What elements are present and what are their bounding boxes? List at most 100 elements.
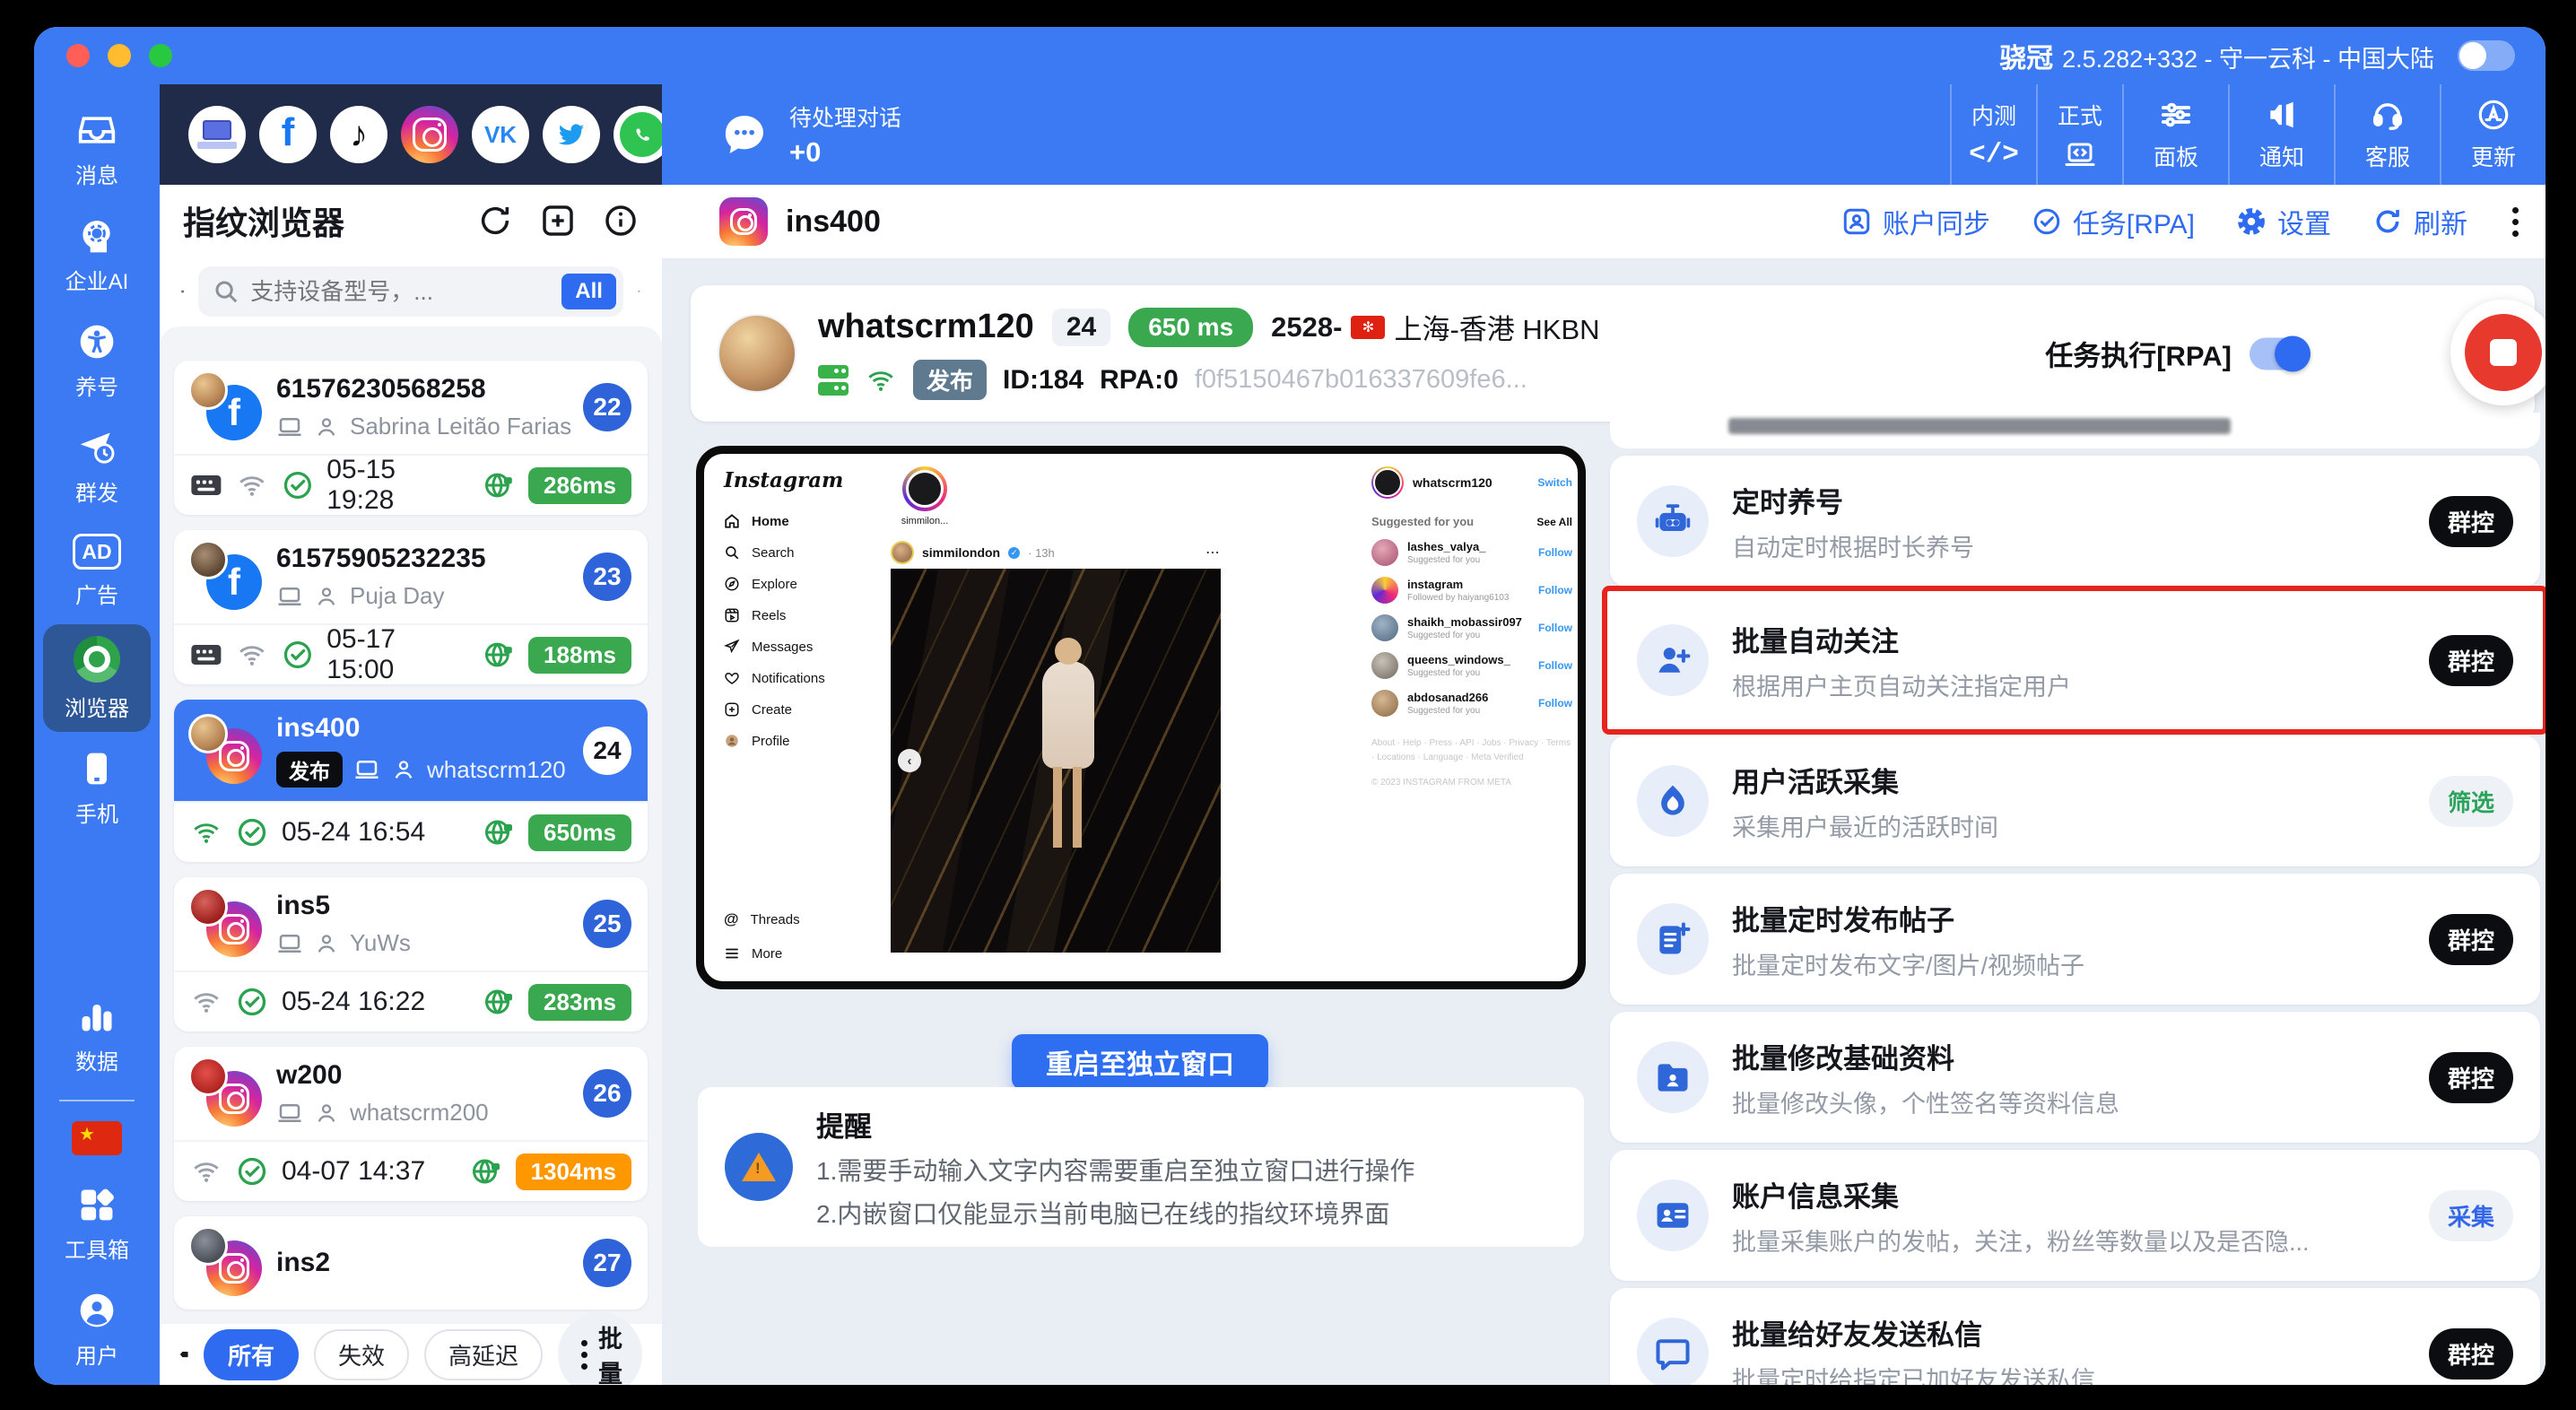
- notice-button[interactable]: 通知: [2228, 84, 2334, 185]
- task-exec-toggle[interactable]: [2250, 335, 2311, 371]
- follow-button[interactable]: Follow: [1538, 622, 1572, 634]
- support-button[interactable]: 客服: [2334, 84, 2440, 185]
- task-card-scheduled-nurture[interactable]: 定时养号 自动定时根据时长养号 群控: [1610, 456, 2540, 587]
- ig-nav-reels[interactable]: Reels: [724, 605, 825, 625]
- task-card-auto-follow[interactable]: 批量自动关注 根据用户主页自动关注指定用户 群控: [1610, 594, 2540, 727]
- suggestion-name[interactable]: instagram: [1407, 578, 1509, 592]
- add-profile-icon[interactable]: [540, 203, 576, 239]
- sidebar-item-messages[interactable]: 消息: [43, 99, 151, 199]
- search-scope-all-button[interactable]: All: [561, 274, 616, 309]
- beta-button[interactable]: 内测 </>: [1950, 84, 2036, 185]
- ig-nav-notifications[interactable]: Notifications: [724, 668, 825, 688]
- carousel-prev-icon[interactable]: ‹: [898, 749, 921, 772]
- tiktok-icon[interactable]: ♪: [330, 106, 387, 163]
- list-item-selected[interactable]: ins400 发布 whatscrm120 24 05-24 16:54 650…: [174, 700, 648, 862]
- sidebar-item-browser[interactable]: 浏览器: [43, 624, 151, 732]
- account-avatar[interactable]: [1371, 466, 1404, 499]
- refresh-button[interactable]: 刷新: [2372, 202, 2467, 241]
- list-item[interactable]: f 61575905232235 Puja Day 23 05-17 15:00…: [174, 530, 648, 684]
- settings-button[interactable]: 设置: [2236, 202, 2331, 241]
- close-window-button[interactable]: [66, 44, 90, 67]
- vk-icon[interactable]: VK: [472, 106, 529, 163]
- ig-nav-profile[interactable]: Profile: [724, 731, 825, 751]
- post-add-icon: [1659, 922, 1691, 954]
- follow-button[interactable]: Follow: [1538, 697, 1572, 709]
- task-rpa-button[interactable]: 任务[RPA]: [2032, 202, 2195, 241]
- info-icon[interactable]: [603, 203, 639, 239]
- more-options-kebab-icon[interactable]: [2512, 206, 2519, 237]
- sidebar-item-enterprise-ai[interactable]: 企业AI: [43, 205, 151, 305]
- list-item[interactable]: f 61576230568258 Sabrina Leitão Farias 2…: [174, 361, 648, 515]
- sidebar-item-ads[interactable]: AD 广告: [43, 522, 151, 619]
- ig-nav-home[interactable]: Home: [724, 511, 825, 531]
- panel-button[interactable]: 面板: [2122, 84, 2228, 185]
- filter-invalid[interactable]: 失效: [313, 1328, 409, 1380]
- sidebar-item-toolbox[interactable]: 工具箱: [43, 1173, 151, 1274]
- restart-standalone-button[interactable]: 重启至独立窗口: [1012, 1034, 1268, 1090]
- zoom-window-button[interactable]: [149, 44, 172, 67]
- task-card-clipped[interactable]: [1610, 413, 2540, 448]
- sidebar-item-nurture[interactable]: 养号: [43, 310, 151, 411]
- env-latency-badge: 650 ms: [1128, 307, 1254, 347]
- theme-toggle[interactable]: [2458, 40, 2515, 71]
- update-button[interactable]: 更新: [2440, 84, 2546, 185]
- switch-link[interactable]: Switch: [1537, 476, 1572, 489]
- sidebar-item-data[interactable]: 数据: [43, 985, 151, 1085]
- suggestion-name[interactable]: queens_windows_: [1407, 653, 1510, 667]
- batch-button[interactable]: 批量: [558, 1312, 642, 1385]
- suggestion-sub: Suggested for you: [1407, 630, 1481, 640]
- list-item[interactable]: w200 whatscrm200 26 04-07 14:37 1304ms: [174, 1047, 648, 1201]
- sidebar-item-mass-send[interactable]: 群发: [43, 416, 151, 517]
- filter-all[interactable]: 所有: [203, 1328, 299, 1380]
- bar-chart-icon: [82, 1005, 112, 1031]
- filter-high-latency[interactable]: 高延迟: [423, 1328, 543, 1380]
- china-flag-icon[interactable]: ★: [72, 1121, 122, 1155]
- ig-nav-messages[interactable]: Messages: [724, 637, 825, 657]
- embedded-browser-preview[interactable]: Instagram Home Search Explore Reels Mess…: [696, 446, 1586, 989]
- refresh-list-icon[interactable]: [477, 203, 513, 239]
- pending-chat-block[interactable]: 待处理对话 +0: [719, 100, 901, 169]
- account-sync-button[interactable]: 账户同步: [1841, 202, 1990, 241]
- sidebar-item-user[interactable]: 用户: [43, 1279, 151, 1380]
- grid-view-icon[interactable]: [181, 274, 184, 309]
- ig-nav-search[interactable]: Search: [724, 543, 825, 562]
- task-card-send-dm[interactable]: 批量给好友发送私信 批量定时给指定已加好友发送私信 群控: [1610, 1288, 2540, 1385]
- tag-icon[interactable]: [179, 1339, 188, 1370]
- ig-nav-more[interactable]: More: [724, 944, 800, 963]
- task-card-info-collect[interactable]: 账户信息采集 批量采集账户的发帖，关注，粉丝等数量以及是否隐... 采集: [1610, 1150, 2540, 1281]
- facebook-icon[interactable]: f: [259, 106, 317, 163]
- ig-nav-explore[interactable]: Explore: [724, 574, 825, 594]
- follow-button[interactable]: Follow: [1538, 584, 1572, 596]
- list-item[interactable]: ins5 YuWs 25 05-24 16:22 283ms: [174, 877, 648, 1031]
- task-card-activity-collect[interactable]: 用户活跃采集 采集用户最近的活跃时间 筛选: [1610, 735, 2540, 866]
- notice-card: 提醒 1.需要手动输入文字内容需要重启至独立窗口进行操作 2.内嵌窗口仅能显示当…: [698, 1087, 1584, 1247]
- sidebar-item-phone[interactable]: 手机: [43, 737, 151, 838]
- post-menu-icon[interactable]: ⋯: [1205, 544, 1221, 561]
- person-icon: [395, 761, 413, 779]
- stop-task-button[interactable]: [2450, 300, 2546, 405]
- follow-button[interactable]: Follow: [1538, 659, 1572, 672]
- chrome-browser-icon: [74, 636, 120, 683]
- search-input[interactable]: [250, 277, 552, 306]
- release-button[interactable]: 正式: [2036, 84, 2122, 185]
- twitter-icon[interactable]: [543, 106, 600, 163]
- see-all-link[interactable]: See All: [1536, 516, 1572, 528]
- suggestion-name[interactable]: shaikh_mobassir097: [1407, 615, 1522, 630]
- all-devices-icon[interactable]: [188, 106, 246, 163]
- story-item[interactable]: simmilon...: [896, 466, 953, 527]
- task-card-edit-profile[interactable]: 批量修改基础资料 批量修改头像，个性签名等资料信息 群控: [1610, 1012, 2540, 1143]
- account-username[interactable]: whatscrm120: [1413, 475, 1493, 490]
- ig-nav-threads[interactable]: @ Threads: [724, 910, 800, 929]
- ig-nav-create[interactable]: Create: [724, 700, 825, 719]
- suggestion-name[interactable]: abdosanad266: [1407, 691, 1488, 705]
- latency-badge: 1304ms: [515, 1153, 631, 1190]
- post-username[interactable]: simmilondon: [922, 545, 1000, 560]
- list-item[interactable]: ins2 27: [174, 1216, 648, 1310]
- sort-icon[interactable]: [638, 274, 640, 309]
- follow-button[interactable]: Follow: [1538, 546, 1572, 559]
- minimize-window-button[interactable]: [108, 44, 131, 67]
- instagram-icon[interactable]: [401, 106, 458, 163]
- search-box[interactable]: All: [198, 266, 623, 317]
- task-card-scheduled-post[interactable]: 批量定时发布帖子 批量定时发布文字/图片/视频帖子 群控: [1610, 874, 2540, 1005]
- suggestion-name[interactable]: lashes_valya_: [1407, 540, 1485, 554]
